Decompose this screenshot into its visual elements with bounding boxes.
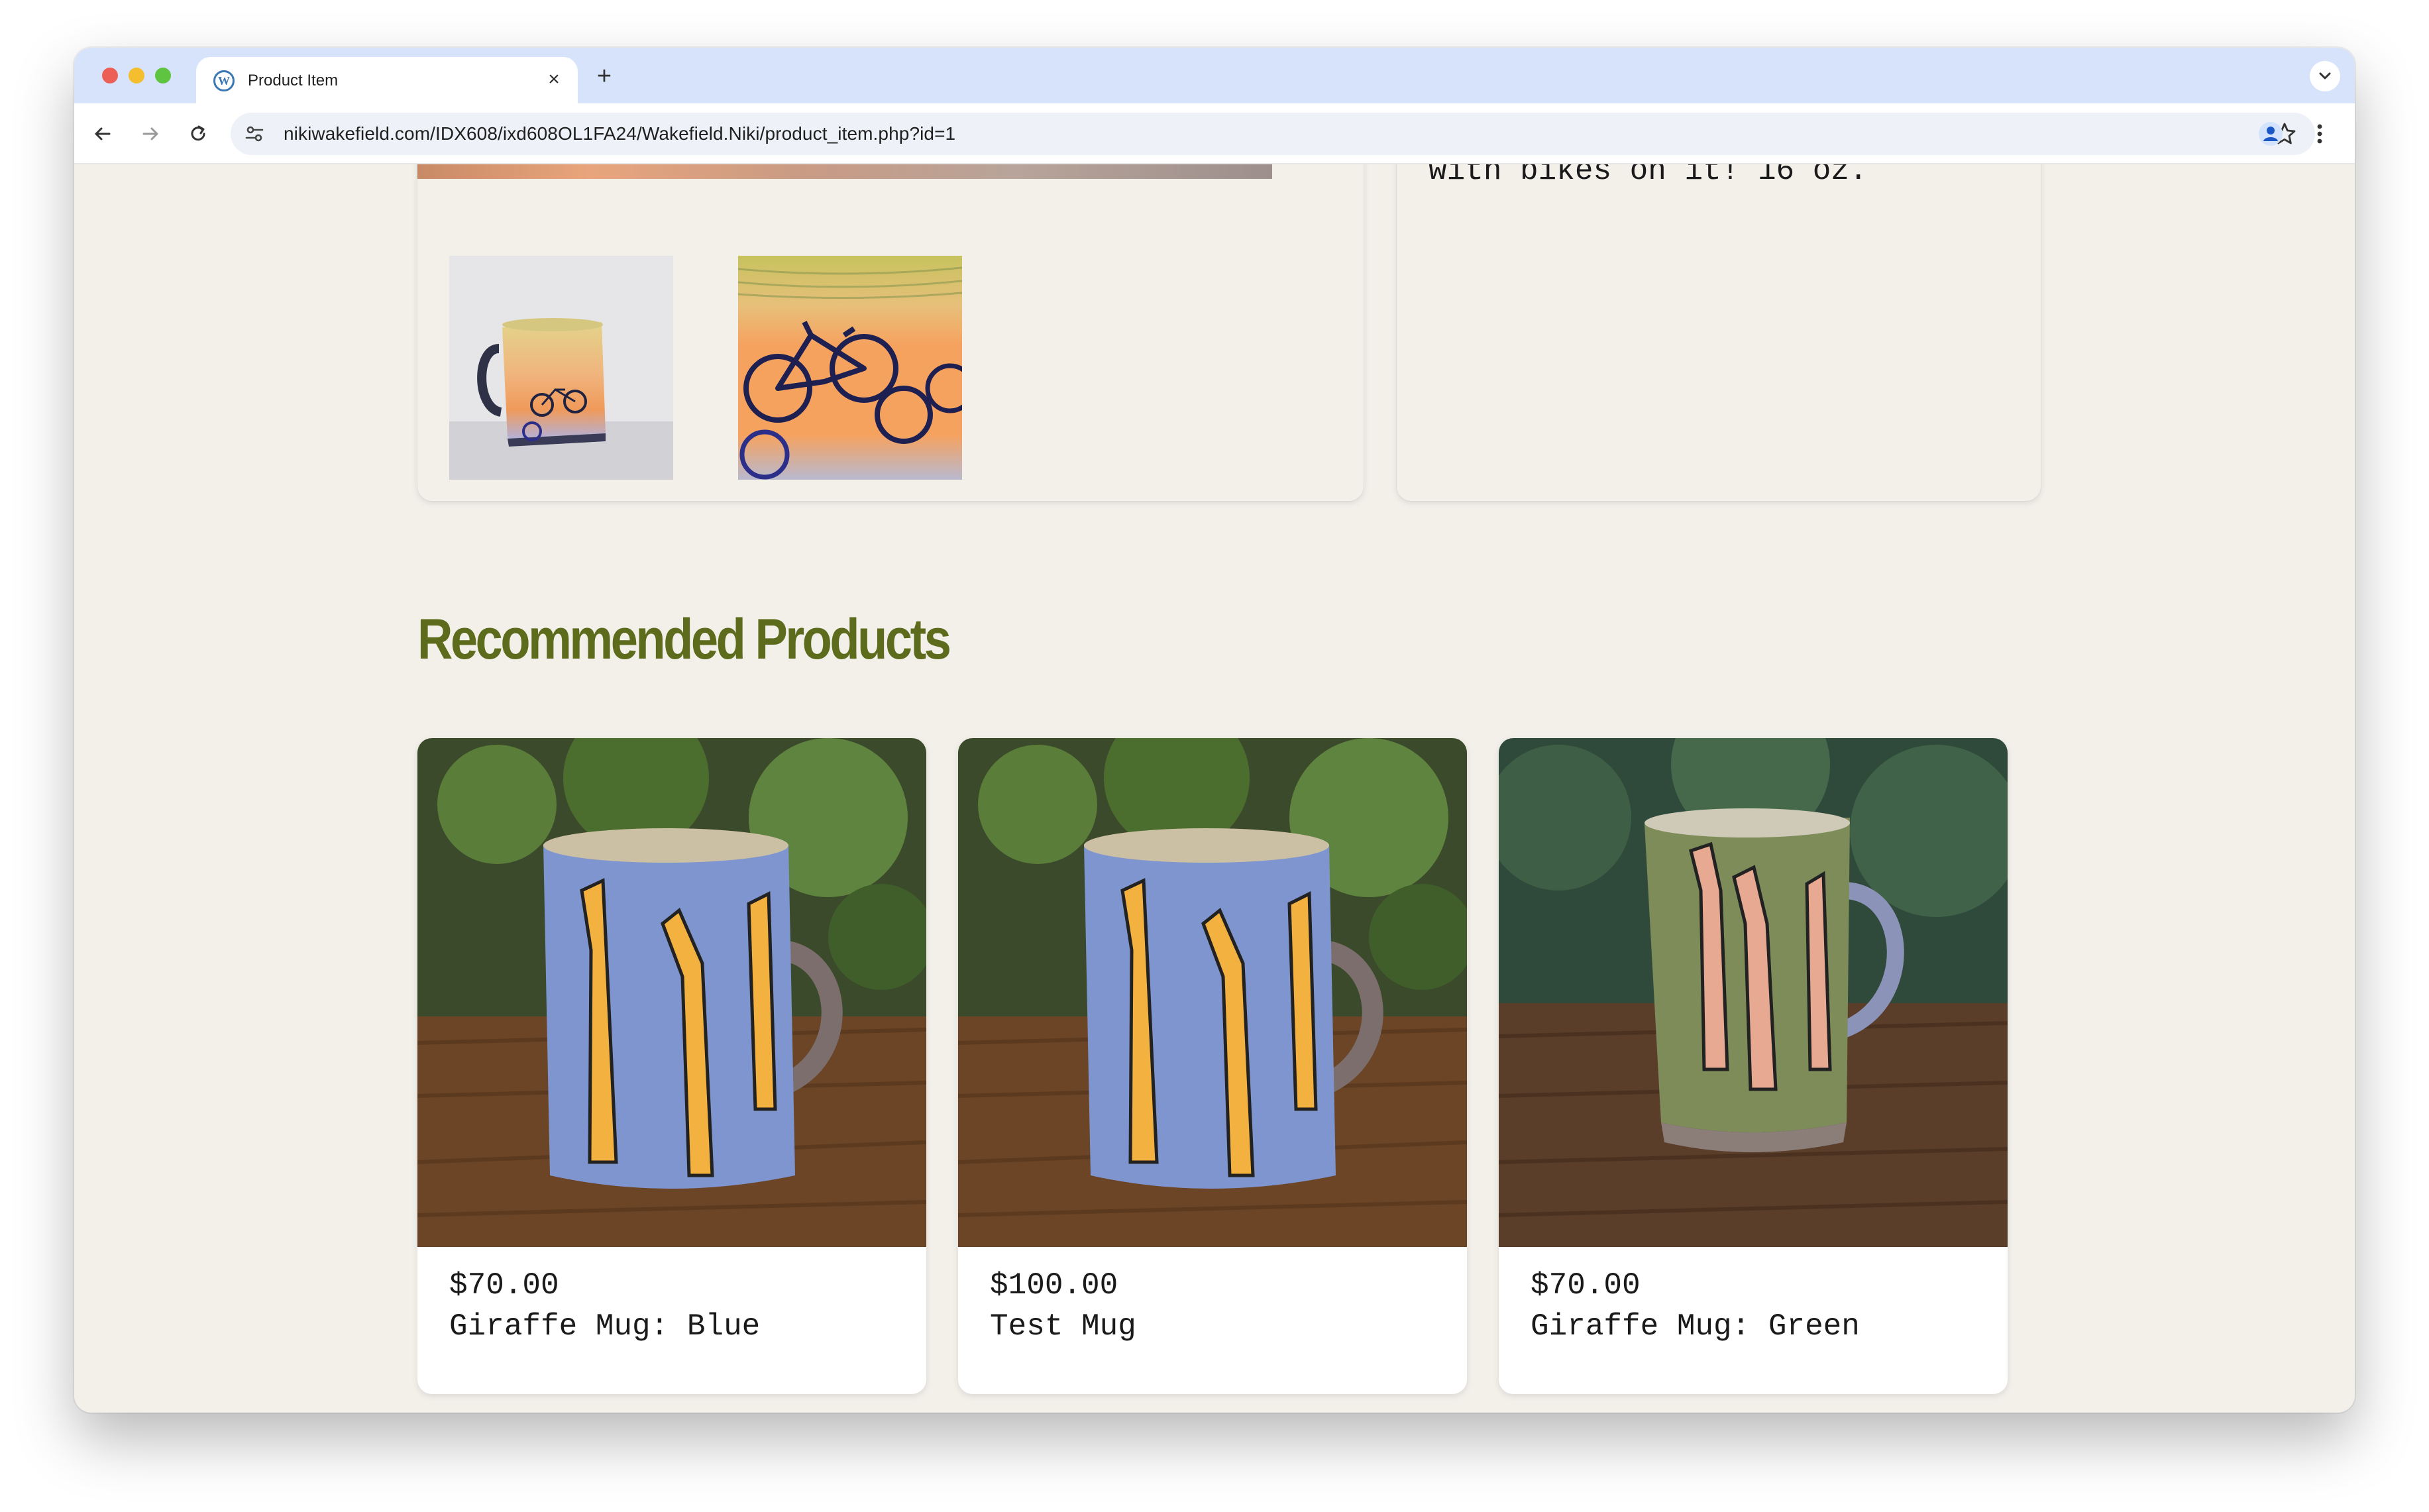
more-vertical-icon — [2317, 124, 2322, 144]
mug-photo — [449, 256, 673, 480]
chevron-down-icon — [2319, 72, 2331, 80]
window-controls — [102, 68, 171, 83]
product-card-test-mug[interactable]: $100.00 Test Mug — [958, 738, 1467, 1394]
forward-button[interactable] — [135, 119, 166, 149]
product-card-giraffe-blue[interactable]: $70.00 Giraffe Mug: Blue — [417, 738, 926, 1394]
giraffe-mug-blue-photo[interactable] — [417, 738, 926, 1247]
back-button[interactable] — [87, 119, 118, 149]
wordpress-icon: W — [213, 70, 235, 91]
product-info-card: with bikes on it! 16 oz. — [1397, 164, 2041, 501]
arrow-right-icon — [142, 127, 158, 140]
product-description: with bikes on it! 16 oz. — [1429, 164, 1868, 188]
url-text[interactable]: nikiwakefield.com/IDX608/ixd608OL1FA24/W… — [284, 123, 955, 144]
product-price: $70.00 — [449, 1268, 559, 1303]
mug-detail-photo — [738, 256, 962, 480]
minimize-window-button[interactable] — [129, 68, 144, 83]
arrow-left-icon — [95, 127, 111, 140]
new-tab-icon[interactable]: + — [591, 64, 618, 90]
tab-search-button[interactable] — [2310, 61, 2340, 91]
product-gallery — [417, 164, 1364, 501]
zoom-window-button[interactable] — [155, 68, 171, 83]
address-bar[interactable]: nikiwakefield.com/IDX608/ixd608OL1FA24/W… — [231, 113, 2315, 155]
giraffe-mug-green-photo[interactable] — [1499, 738, 2008, 1247]
tab-product-item[interactable]: W Product Item × — [196, 57, 578, 103]
tab-strip: W Product Item × + — [74, 48, 2355, 103]
close-window-button[interactable] — [102, 68, 118, 83]
main-product-photo — [417, 164, 1272, 179]
close-tab-icon[interactable]: × — [542, 68, 566, 91]
tab-title: Product Item — [248, 72, 339, 89]
reload-icon — [191, 125, 205, 141]
recommended-products-heading: Recommended Products — [417, 608, 951, 671]
browser-menu-button[interactable] — [2304, 119, 2335, 149]
product-price: $70.00 — [1531, 1268, 1641, 1303]
product-card-giraffe-green[interactable]: $70.00 Giraffe Mug: Green — [1499, 738, 2008, 1394]
product-price: $100.00 — [990, 1268, 1118, 1303]
bike-mug-detail-thumbnail[interactable] — [738, 256, 962, 480]
test-mug-photo[interactable] — [958, 738, 1467, 1247]
profile-button[interactable] — [2255, 119, 2286, 149]
browser-window: W Product Item × + nikiwakefield.com/IDX… — [74, 48, 2355, 1413]
page-viewport: with bikes on it! 16 oz. Recommended Pro… — [74, 164, 2355, 1413]
reload-button[interactable] — [183, 119, 213, 149]
browser-toolbar: nikiwakefield.com/IDX608/ixd608OL1FA24/W… — [74, 103, 2355, 164]
site-settings-icon[interactable] — [244, 123, 265, 144]
product-name[interactable]: Test Mug — [990, 1309, 1136, 1344]
product-name[interactable]: Giraffe Mug: Green — [1531, 1309, 1860, 1344]
bike-mug-full-thumbnail[interactable] — [449, 256, 673, 480]
avatar-icon — [2259, 122, 2283, 146]
product-name[interactable]: Giraffe Mug: Blue — [449, 1309, 760, 1344]
